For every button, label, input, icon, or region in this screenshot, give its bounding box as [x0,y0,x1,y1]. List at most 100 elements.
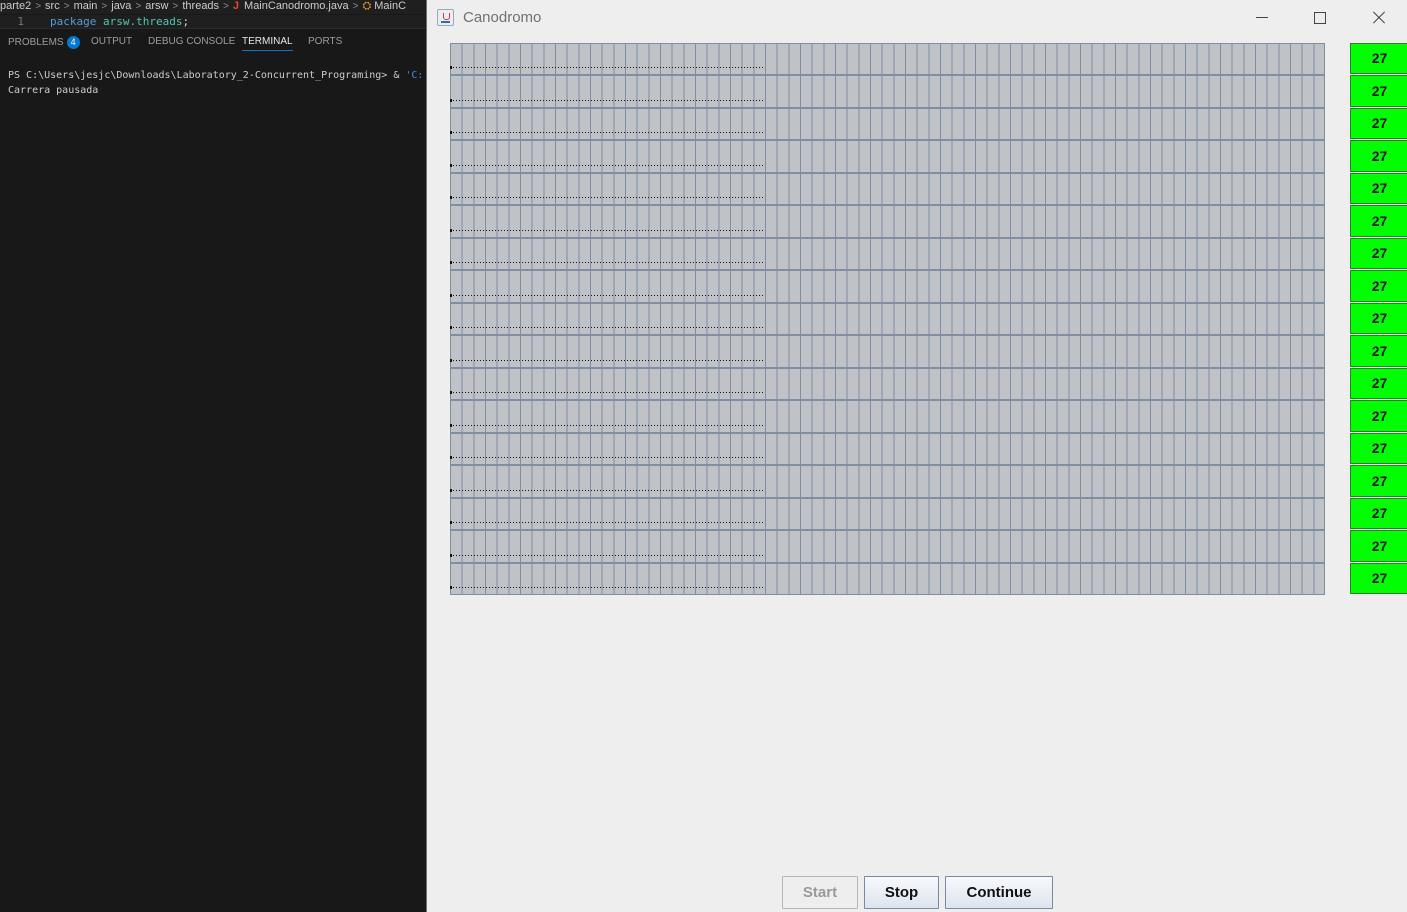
code-punct: ; [182,15,190,28]
lane-cells [450,400,1325,433]
lane-start-marker [450,131,452,134]
lane-cells [450,108,1325,140]
tab-output[interactable]: OUTPUT [91,36,132,47]
lane-counter: 27 [1350,400,1407,432]
lane-cells [450,238,1325,270]
race-lane [450,433,1325,465]
greyhound-progress [453,490,765,491]
lane-start-marker [450,229,452,232]
breadcrumb-item-class[interactable]: MainC [374,0,406,13]
code-line: 1 package arsw.threads; [0,15,427,28]
breadcrumb-item[interactable]: java [111,0,131,13]
race-lane [450,563,1325,595]
lane-counter: 27 [1350,43,1407,74]
race-lane [450,43,1325,75]
lane-counter: 27 [1350,173,1407,204]
race-track-grid [450,43,1325,595]
greyhound-progress [453,165,765,166]
lane-start-marker [450,99,452,102]
lane-cells [450,433,1325,465]
tab-terminal[interactable]: TERMINAL [242,36,293,51]
breadcrumb-item[interactable]: parte2 [0,0,31,13]
terminal-amp: & [393,70,400,81]
lane-start-marker [450,456,452,459]
lane-start-marker [450,326,452,329]
control-buttons: Start Stop Continue [427,876,1407,910]
breadcrumb-item[interactable]: main [74,0,98,13]
lane-counter: 27 [1350,465,1407,497]
lane-counter: 27 [1350,205,1407,237]
breadcrumb-item[interactable]: src [45,0,60,13]
panel-tabs: PROBLEMS 4 OUTPUT DEBUG CONSOLE TERMINAL … [0,28,427,53]
lane-cells [450,270,1325,303]
lane-cells [450,563,1325,595]
lane-cells [450,75,1325,108]
lane-cells [450,530,1325,563]
race-lane [450,75,1325,108]
lane-cells [450,465,1325,498]
race-lane [450,465,1325,498]
tab-problems[interactable]: PROBLEMS 4 [8,36,80,49]
lane-cells [450,173,1325,205]
terminal-cmd-fragment: 'C: [405,70,424,81]
minimize-button[interactable] [1233,0,1291,36]
lane-counter: 27 [1350,368,1407,399]
vscode-editor: parte2 > src > main > java > arsw > threads > J MainC… [0,0,427,912]
lane-counter: 27 [1350,140,1407,172]
chevron-right-icon: > [101,1,108,12]
lane-start-marker [450,359,452,362]
title-bar[interactable]: Canodromo [427,0,1407,36]
lane-start-marker [450,521,452,524]
breadcrumb-item[interactable]: threads [182,0,219,13]
breadcrumb-item[interactable]: arsw [145,0,168,13]
lane-counter: 27 [1350,238,1407,269]
terminal-line: PS C:\Users\jesjc\Downloads\Laboratory_2… [0,68,427,83]
greyhound-progress [453,457,765,458]
code-keyword: package [50,15,97,28]
continue-button[interactable]: Continue [945,876,1053,909]
lane-start-marker [450,164,452,167]
stop-button[interactable]: Stop [864,876,939,909]
lane-start-marker [450,424,452,427]
race-lane [450,498,1325,530]
greyhound-progress [453,67,765,68]
race-lane [450,140,1325,173]
breadcrumb: parte2 > src > main > java > arsw > threads > J MainC… [0,0,427,14]
lane-cells [450,303,1325,335]
line-number: 1 [17,15,24,28]
window-title: Canodromo [463,9,542,26]
lane-start-marker [450,261,452,264]
lane-counter: 27 [1350,335,1407,367]
start-button[interactable]: Start [782,876,858,909]
lane-counter: 27 [1350,563,1407,594]
lane-start-marker [450,196,452,199]
race-lane [450,173,1325,205]
race-lane [450,530,1325,563]
chevron-right-icon: > [63,1,70,12]
lane-cells [450,498,1325,530]
race-lane [450,335,1325,368]
greyhound-progress [453,587,765,588]
lane-start-marker [450,391,452,394]
chevron-right-icon: > [35,1,42,12]
greyhound-progress [453,327,765,328]
breadcrumb-item-file[interactable]: MainCanodromo.java [244,0,349,13]
greyhound-progress [453,197,765,198]
maximize-button[interactable] [1291,0,1349,36]
greyhound-progress [453,230,765,231]
race-lane [450,303,1325,335]
terminal-output[interactable]: PS C:\Users\jesjc\Downloads\Laboratory_2… [0,68,427,98]
lane-counter: 27 [1350,270,1407,302]
lane-cells [450,205,1325,238]
chevron-right-icon: > [172,1,179,12]
close-button[interactable] [1349,0,1407,36]
problems-count-badge: 4 [66,36,80,49]
greyhound-progress [453,262,765,263]
greyhound-progress [453,555,765,556]
terminal-prompt: PS C:\Users\jesjc\Downloads\Laboratory_2… [8,70,388,81]
tab-debug-console[interactable]: DEBUG CONSOLE [148,36,235,47]
java-app-icon [437,9,454,26]
tab-ports[interactable]: PORTS [308,36,342,47]
java-file-icon: J [232,0,240,12]
lane-counter: 27 [1350,498,1407,529]
